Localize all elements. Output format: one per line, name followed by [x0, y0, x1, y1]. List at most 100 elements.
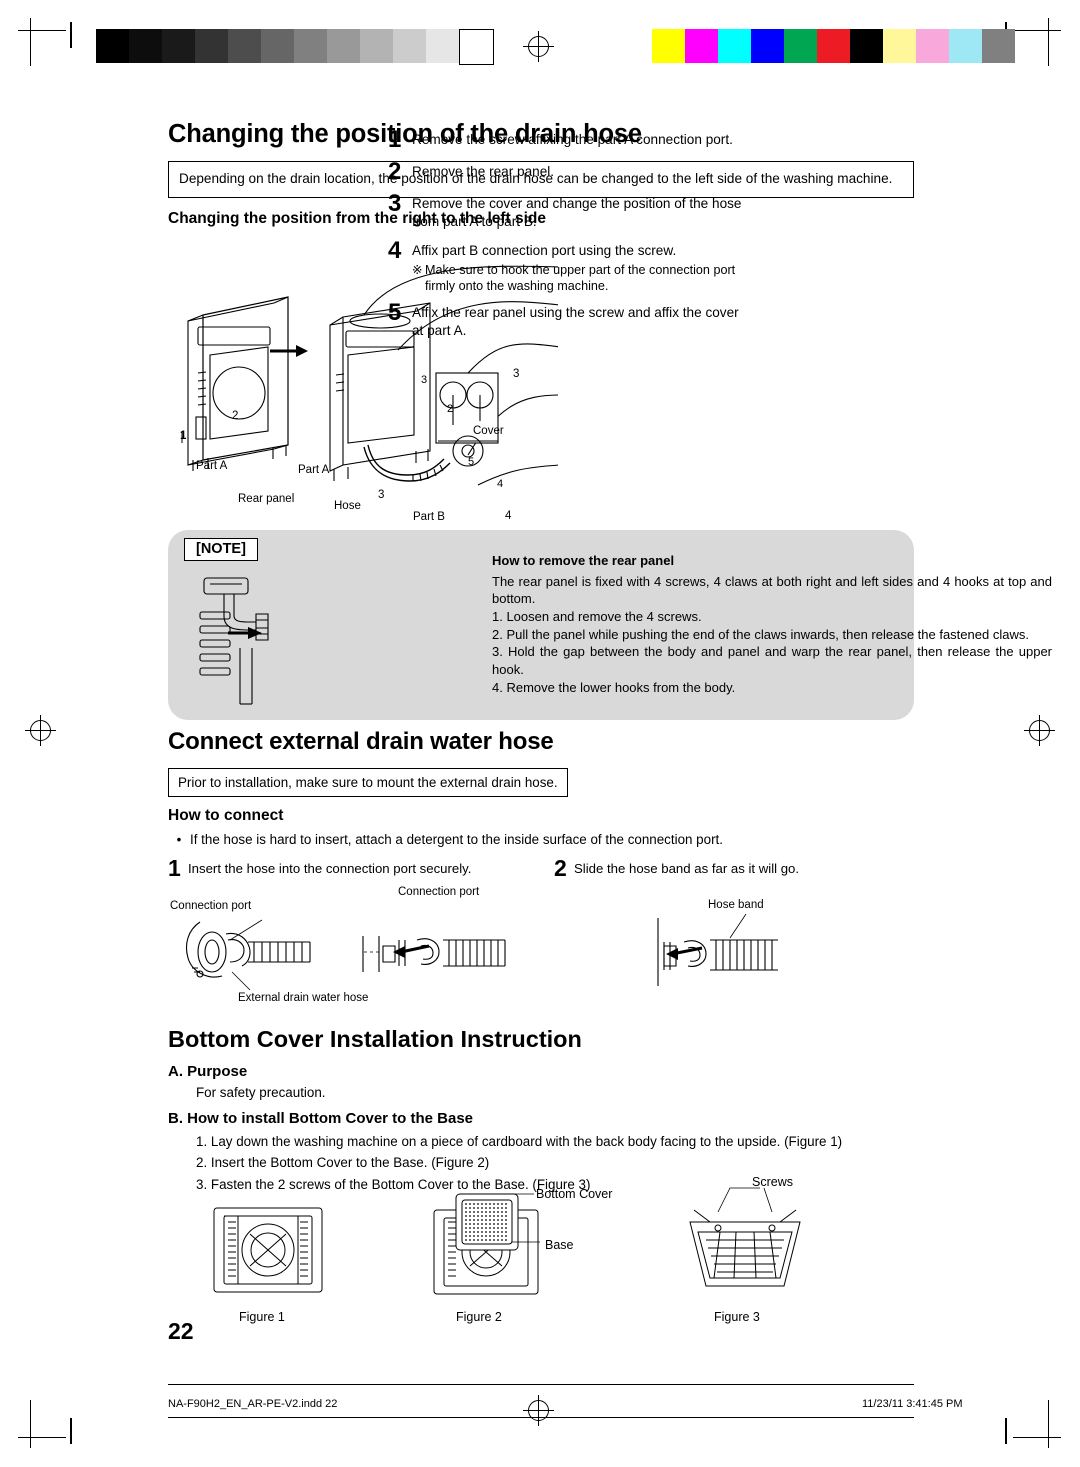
gray-swatch: [426, 29, 459, 63]
section-title-bottom-cover: Bottom Cover Installation Instruction: [168, 1026, 582, 1052]
crop-mark: [1013, 30, 1061, 31]
note-item: 4. Remove the lower hooks from the body.: [492, 679, 736, 695]
intro-box-connect-hose: Prior to installation, make sure to moun…: [168, 768, 568, 797]
figure-label-callout-3a: 3: [513, 368, 520, 380]
gray-swatch: [360, 29, 393, 63]
crop-mark: [30, 1400, 31, 1448]
crop-mark: [30, 18, 31, 66]
bullet-text: If the hose is hard to insert, attach a …: [190, 832, 723, 847]
registration-mark: [1024, 715, 1055, 746]
footer-rule-top: [168, 1384, 914, 1385]
svg-text:2: 2: [447, 403, 453, 415]
subtitle-how-to-install: B. How to install Bottom Cover to the Ba…: [168, 1110, 474, 1127]
note-text: The rear panel is fixed with 4 screws, 4…: [492, 573, 1052, 607]
figure-caption-figure-2: Figure 2: [456, 1310, 502, 1324]
gray-swatch: [162, 29, 195, 63]
step-item: 2 Remove the rear panel.: [388, 160, 748, 184]
gray-swatch: [294, 29, 327, 63]
note-item: 1. Loosen and remove the 4 screws.: [492, 609, 702, 625]
color-swatch: [883, 29, 916, 63]
note-item: 2. Pull the panel while pushing the end …: [492, 626, 1029, 642]
registration-mark: [25, 715, 56, 746]
figure-label-part-a-2: Part A: [298, 464, 330, 476]
gray-swatch: [96, 29, 129, 63]
figure-label-hose-band: Hose band: [708, 899, 764, 911]
note-heading: How to remove the rear panel: [492, 553, 675, 568]
subtitle-how-to-connect: How to connect: [168, 807, 284, 824]
step-number: 1: [388, 126, 402, 153]
figure-label-rear-panel: Rear panel: [238, 493, 295, 505]
footer-rule-bottom: [168, 1417, 914, 1418]
step-item: 3 Remove the cover and change the positi…: [388, 192, 748, 231]
color-swatch: [850, 29, 883, 63]
figure-caption-figure-1: Figure 1: [239, 1310, 285, 1324]
figure-leader-lines-screws: [717, 1187, 773, 1213]
crop-mark: [18, 30, 66, 31]
figure-label-callout-3b: 3: [378, 489, 385, 501]
svg-text:5: 5: [468, 456, 474, 468]
color-swatch: [718, 29, 751, 63]
gray-swatch: [459, 29, 494, 65]
svg-text:4: 4: [497, 478, 503, 490]
crop-mark: [1048, 1400, 1049, 1448]
page-number: 22: [168, 1318, 194, 1344]
note-label: [NOTE]: [184, 538, 258, 561]
step-number: 1: [168, 855, 181, 882]
color-swatch: [685, 29, 718, 63]
crop-mark: [1048, 18, 1049, 66]
figure-label-external-drain-water-hose: External drain water hose: [238, 992, 369, 1004]
color-swatch-strip: [652, 29, 1015, 63]
gray-swatch: [261, 29, 294, 63]
step-item: 2 Slide the hose band as far as it will …: [554, 857, 914, 880]
color-swatch: [982, 29, 1015, 63]
connect-steps: 1 Insert the hose into the connection po…: [168, 857, 914, 880]
step-item: 1 Remove the screw affixing the part A c…: [388, 128, 748, 152]
note-body: How to remove the rear panel The rear pa…: [492, 552, 1052, 696]
bullet-dot: •: [176, 832, 182, 847]
footer-filename: NA-F90H2_EN_AR-PE-V2.indd 22: [168, 1398, 338, 1410]
gray-swatch: [327, 29, 360, 63]
note-box: [NOTE] How to remove the rear panel The …: [168, 530, 1052, 720]
color-swatch: [784, 29, 817, 63]
color-swatch: [949, 29, 982, 63]
step-text: Insert the hose into the connection port…: [188, 861, 472, 877]
note-item: 3. Hold the gap between the body and pan…: [492, 644, 1052, 678]
footer-timestamp: 11/23/11 3:41:45 PM: [862, 1398, 963, 1410]
step-number: 2: [388, 158, 402, 185]
connect-hose-figure-mid: [355, 900, 535, 1000]
install-step: 2. Insert the Bottom Cover to the Base. …: [196, 1155, 490, 1171]
gray-swatch: [195, 29, 228, 63]
step-number: 3: [388, 190, 402, 217]
drain-hose-diagram: 3 2 5 4: [168, 255, 558, 525]
gray-swatch: [228, 29, 261, 63]
figure-caption-figure-3: Figure 3: [714, 1310, 760, 1324]
note-items: 1. Loosen and remove the 4 screws. 2. Pu…: [492, 608, 1052, 696]
figure-1-washer-base: [208, 1200, 328, 1300]
figure-label-callout-2: 2: [232, 410, 239, 422]
connect-hose-figure-right: [650, 898, 840, 1002]
corner-mark: [1005, 1418, 1007, 1444]
grayscale-swatch-strip: [96, 29, 494, 65]
gray-swatch: [129, 29, 162, 63]
figure-label-cover: Cover: [473, 425, 504, 437]
figure-label-part-b: Part B: [413, 511, 445, 523]
figure-label-part-a-1: Part A: [196, 460, 228, 472]
install-step: 1. Lay down the washing machine on a pie…: [196, 1134, 843, 1149]
connect-hose-figure-left: [170, 900, 350, 1000]
purpose-text: For safety precaution.: [196, 1085, 326, 1100]
step-number: 2: [554, 855, 567, 882]
section-connect-drain-hose: Connect external drain water hose Prior …: [168, 728, 914, 880]
figure-label-hose: Hose: [334, 500, 361, 512]
step-item: 1 Insert the hose into the connection po…: [168, 857, 528, 880]
gray-swatch: [393, 29, 426, 63]
step-text: Slide the hose band as far as it will go…: [574, 861, 800, 877]
figure-leader-lines: [500, 1193, 540, 1243]
corner-mark: [70, 22, 72, 48]
color-swatch: [652, 29, 685, 63]
crop-mark: [18, 1437, 66, 1438]
crop-mark: [1013, 1437, 1061, 1438]
corner-mark: [70, 1418, 72, 1444]
figure-label-connection-port-left: Connection port: [170, 900, 252, 912]
section-title-connect-hose: Connect external drain water hose: [168, 728, 554, 755]
subtitle-purpose: A. Purpose: [168, 1063, 248, 1080]
